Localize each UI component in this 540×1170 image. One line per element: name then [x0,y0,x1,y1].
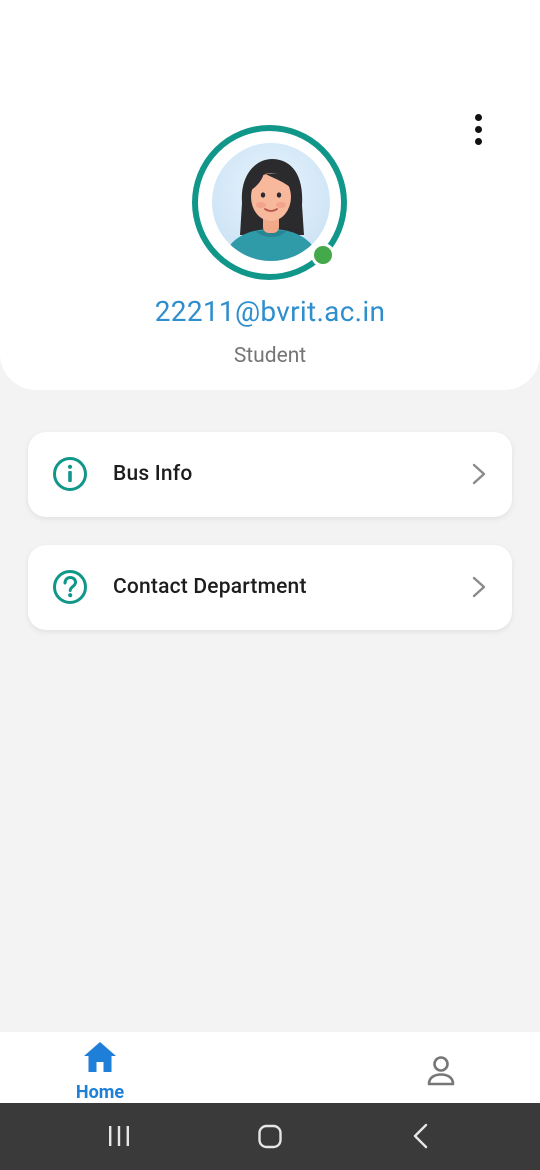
nav-home-tab[interactable]: Home [60,1032,140,1103]
back-icon[interactable] [406,1121,436,1151]
more-options-button[interactable] [462,110,494,148]
contact-department-label: Contact Department [113,575,307,599]
profile-icon [427,1056,455,1086]
home-circle-icon[interactable] [255,1121,285,1151]
nav-profile-tab[interactable] [420,1052,462,1092]
chevron-right-icon [472,463,486,485]
user-role: Student [233,344,307,368]
bus-info-label: Bus Info [113,462,193,486]
system-navigation-bar [0,1103,540,1170]
bus-info-card[interactable]: Bus Info [28,432,512,517]
app-screen: 22211@bvrit.ac.in Student Bus Info Conta… [0,0,540,1170]
help-icon [53,570,87,604]
bottom-navigation: Home [0,1032,540,1103]
chevron-right-icon [472,576,486,598]
contact-department-card[interactable]: Contact Department [28,545,512,630]
home-icon [84,1042,116,1072]
more-vert-icon [474,113,482,121]
user-email: 22211@bvrit.ac.in [154,295,386,328]
more-vert-dot [474,137,482,145]
avatar[interactable] [212,143,330,261]
more-vert-dot [474,125,482,133]
online-status-indicator [311,243,335,267]
nav-home-label: Home [75,1082,125,1103]
user-avatar-icon [224,159,318,261]
recents-icon[interactable] [104,1121,134,1151]
info-icon [53,457,87,491]
